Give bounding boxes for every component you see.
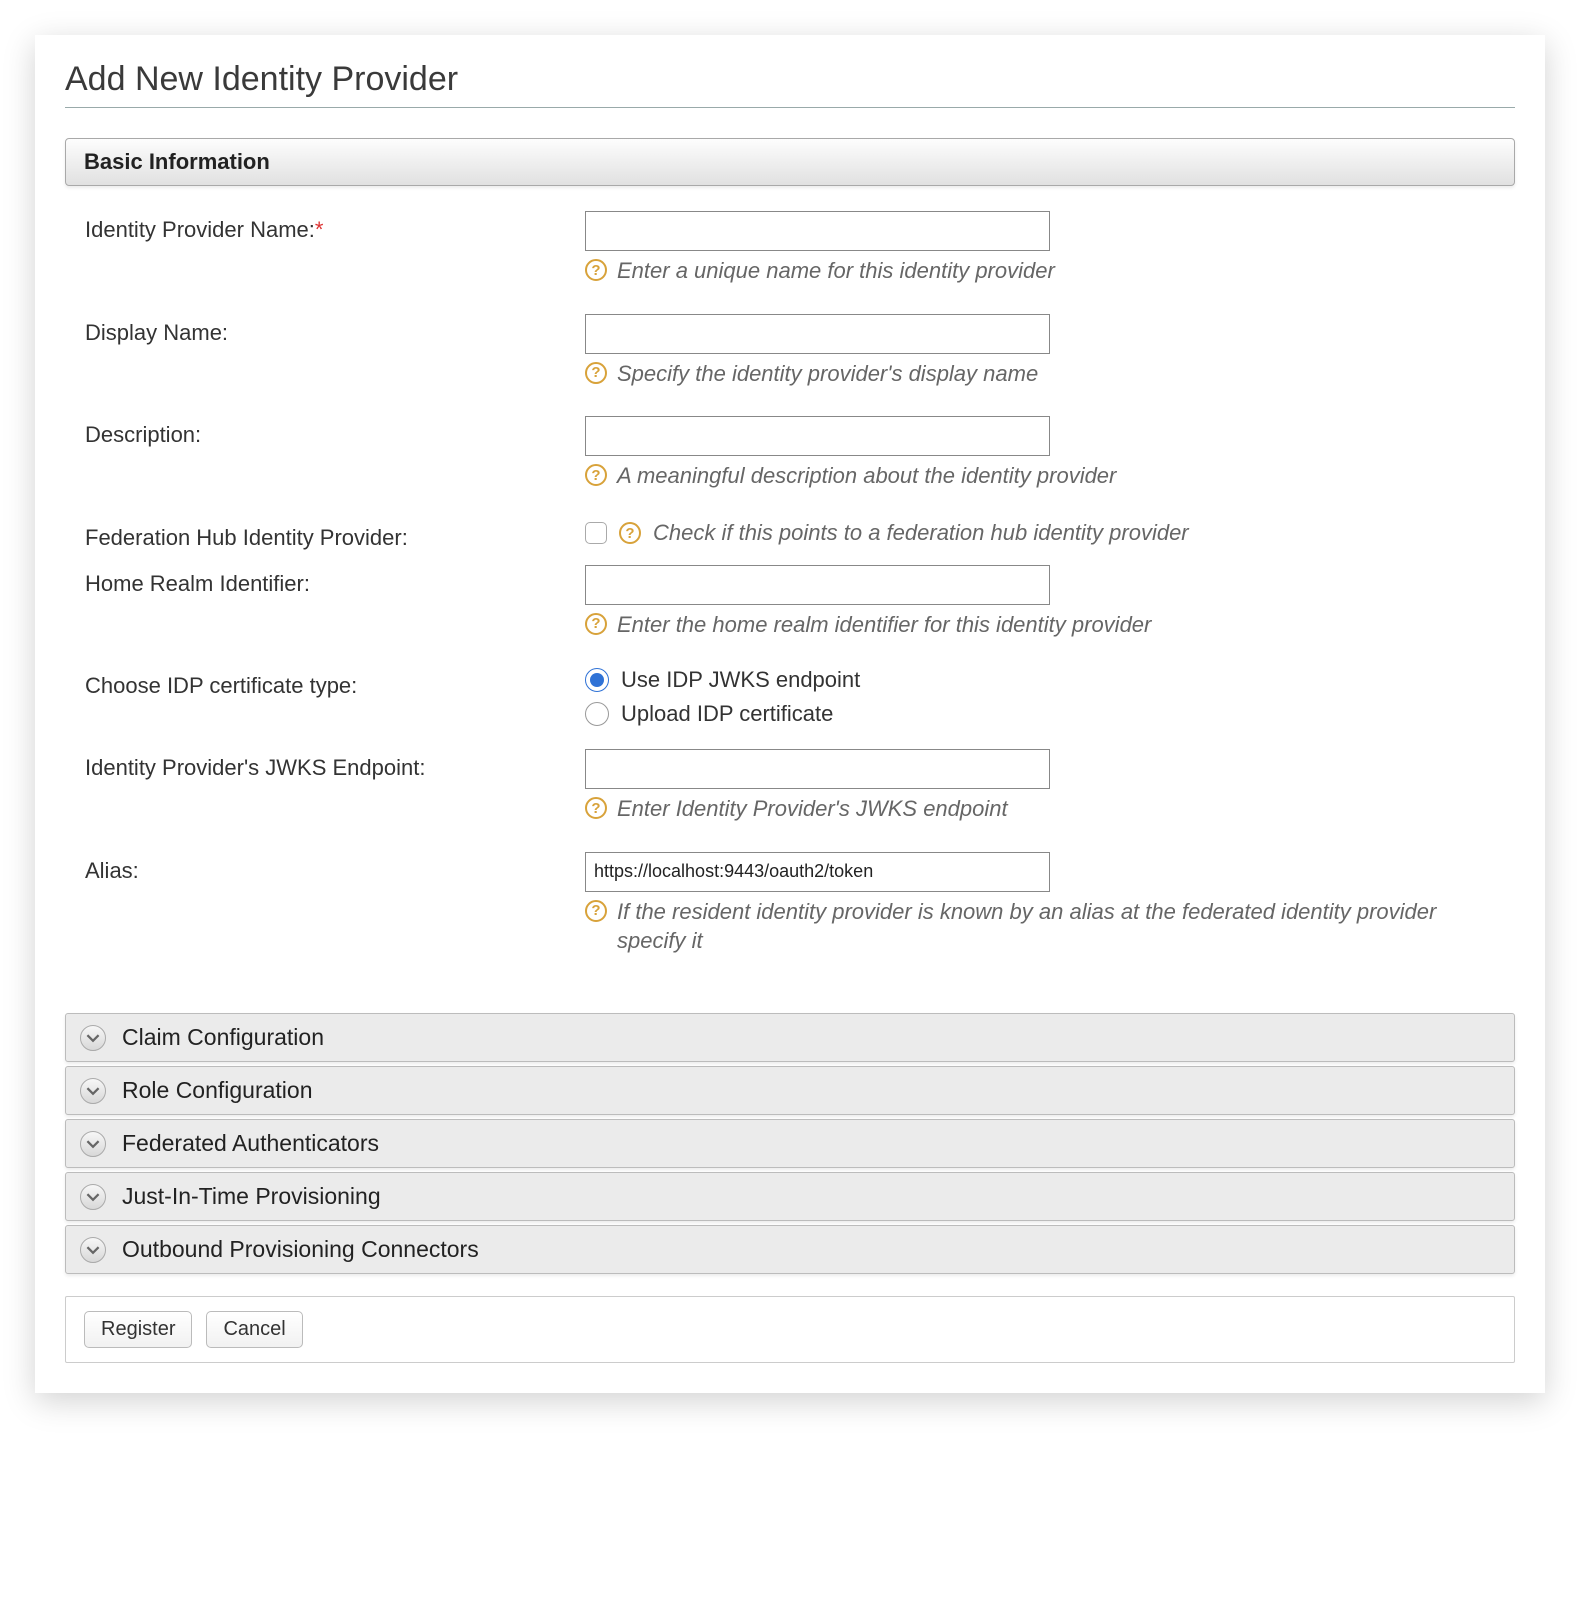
radio-icon	[585, 702, 609, 726]
description-input[interactable]	[585, 416, 1050, 456]
help-icon[interactable]: ?	[585, 259, 607, 281]
help-icon[interactable]: ?	[585, 900, 607, 922]
accordion-group: Claim Configuration Role Configuration F…	[65, 1013, 1515, 1274]
idp-name-input[interactable]	[585, 211, 1050, 251]
row-description: Description: ? A meaningful description …	[85, 416, 1505, 491]
federation-hub-checkbox[interactable]	[585, 522, 607, 544]
row-display-name: Display Name: ? Specify the identity pro…	[85, 314, 1505, 389]
register-button[interactable]: Register	[84, 1311, 192, 1348]
hint-description: A meaningful description about the ident…	[617, 462, 1116, 491]
cancel-button[interactable]: Cancel	[206, 1311, 302, 1348]
jwks-endpoint-input[interactable]	[585, 749, 1050, 789]
label-idp-name-text: Identity Provider Name:	[85, 217, 315, 242]
chevron-down-icon	[80, 1184, 106, 1210]
chevron-down-icon	[80, 1078, 106, 1104]
accordion-outbound-provisioning[interactable]: Outbound Provisioning Connectors	[65, 1225, 1515, 1274]
help-icon[interactable]: ?	[585, 362, 607, 384]
help-icon[interactable]: ?	[585, 613, 607, 635]
radio-upload-cert[interactable]: Upload IDP certificate	[585, 701, 1505, 727]
accordion-role-configuration[interactable]: Role Configuration	[65, 1066, 1515, 1115]
help-icon[interactable]: ?	[585, 464, 607, 486]
accordion-label: Claim Configuration	[122, 1024, 324, 1051]
hint-home-realm: Enter the home realm identifier for this…	[617, 611, 1151, 640]
chevron-down-icon	[80, 1237, 106, 1263]
required-mark: *	[315, 217, 324, 242]
row-home-realm: Home Realm Identifier: ? Enter the home …	[85, 565, 1505, 640]
hint-federation-hub: Check if this points to a federation hub…	[653, 519, 1189, 548]
help-icon[interactable]: ?	[585, 797, 607, 819]
label-home-realm: Home Realm Identifier:	[85, 565, 585, 597]
page-container: Add New Identity Provider Basic Informat…	[35, 35, 1545, 1393]
row-jwks-endpoint: Identity Provider's JWKS Endpoint: ? Ent…	[85, 749, 1505, 824]
label-description: Description:	[85, 416, 585, 448]
accordion-claim-configuration[interactable]: Claim Configuration	[65, 1013, 1515, 1062]
alias-input[interactable]	[585, 852, 1050, 892]
form-area: Identity Provider Name:* ? Enter a uniqu…	[65, 211, 1515, 1003]
radio-icon	[585, 668, 609, 692]
accordion-jit-provisioning[interactable]: Just-In-Time Provisioning	[65, 1172, 1515, 1221]
display-name-input[interactable]	[585, 314, 1050, 354]
radio-label-jwks: Use IDP JWKS endpoint	[621, 667, 860, 693]
label-display-name: Display Name:	[85, 314, 585, 346]
radio-label-upload: Upload IDP certificate	[621, 701, 833, 727]
hint-display-name: Specify the identity provider's display …	[617, 360, 1038, 389]
label-jwks-endpoint: Identity Provider's JWKS Endpoint:	[85, 749, 585, 781]
label-alias: Alias:	[85, 852, 585, 884]
hint-alias: If the resident identity provider is kno…	[617, 898, 1505, 955]
label-idp-name: Identity Provider Name:*	[85, 211, 585, 243]
chevron-down-icon	[80, 1025, 106, 1051]
row-idp-name: Identity Provider Name:* ? Enter a uniqu…	[85, 211, 1505, 286]
accordion-label: Federated Authenticators	[122, 1130, 379, 1157]
accordion-label: Outbound Provisioning Connectors	[122, 1236, 479, 1263]
accordion-label: Just-In-Time Provisioning	[122, 1183, 381, 1210]
home-realm-input[interactable]	[585, 565, 1050, 605]
section-basic-information: Basic Information	[65, 138, 1515, 186]
hint-idp-name: Enter a unique name for this identity pr…	[617, 257, 1055, 286]
chevron-down-icon	[80, 1131, 106, 1157]
accordion-federated-authenticators[interactable]: Federated Authenticators	[65, 1119, 1515, 1168]
row-cert-type: Choose IDP certificate type: Use IDP JWK…	[85, 667, 1505, 735]
hint-jwks-endpoint: Enter Identity Provider's JWKS endpoint	[617, 795, 1008, 824]
accordion-label: Role Configuration	[122, 1077, 313, 1104]
page-title: Add New Identity Provider	[65, 60, 1515, 108]
row-alias: Alias: ? If the resident identity provid…	[85, 852, 1505, 955]
label-federation-hub: Federation Hub Identity Provider:	[85, 519, 585, 551]
help-icon[interactable]: ?	[619, 522, 641, 544]
button-bar: Register Cancel	[65, 1296, 1515, 1363]
row-federation-hub: Federation Hub Identity Provider: ? Chec…	[85, 519, 1505, 551]
label-cert-type: Choose IDP certificate type:	[85, 667, 585, 699]
radio-jwks-endpoint[interactable]: Use IDP JWKS endpoint	[585, 667, 1505, 693]
